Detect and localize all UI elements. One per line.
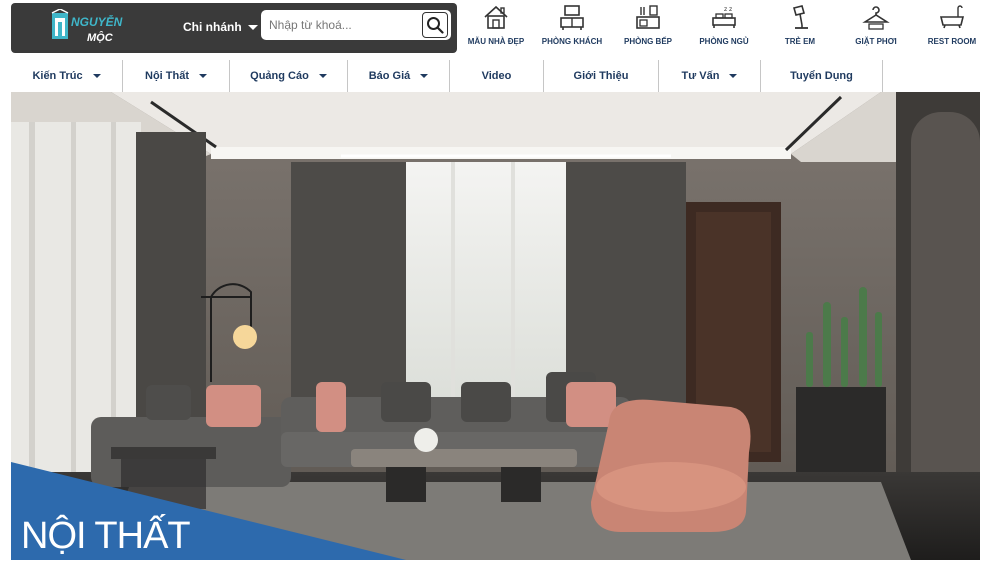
nav-item-tu-van[interactable]: Tư Vấn: [659, 60, 761, 92]
nav-label: Kiến Trúc: [32, 70, 83, 82]
category-label: TRẺ EM: [784, 37, 816, 46]
nav-item-video[interactable]: Video: [450, 60, 544, 92]
nav-item-noi-that[interactable]: Nội Thất: [123, 60, 230, 92]
category-phong-ngu[interactable]: z z PHÒNG NGỦ: [686, 0, 762, 54]
chevron-down-icon: [247, 24, 258, 30]
nav-item-kien-truc[interactable]: Kiến Trúc: [11, 60, 123, 92]
category-label: PHÒNG KHÁCH: [541, 37, 603, 46]
category-phong-bep[interactable]: PHÒNG BẾP: [610, 0, 686, 54]
nav-item-quang-cao[interactable]: Quảng Cáo: [230, 60, 348, 92]
nav-label: Tuyển Dụng: [790, 70, 853, 82]
nav-label: Tư Vấn: [681, 70, 720, 82]
search-icon: [427, 17, 444, 34]
bathtub-icon: [939, 5, 965, 29]
nav-item-bao-gia[interactable]: Báo Giá: [348, 60, 450, 92]
nav-label: Giới Thiệu: [573, 70, 629, 82]
nguyen-moc-logo[interactable]: NGUYỄN MỘC: [51, 8, 133, 47]
search-input[interactable]: [261, 18, 416, 32]
desk-lamp-icon: [793, 5, 808, 29]
bed-icon: z z: [712, 6, 736, 28]
svg-text:z z: z z: [724, 6, 732, 13]
main-nav: Kiến Trúc Nội Thất Quảng Cáo Báo Giá Vid…: [11, 60, 883, 92]
kitchen-icon: [636, 5, 660, 29]
category-giat-phoi[interactable]: GIẶT PHƠI: [838, 0, 914, 54]
category-tre-em[interactable]: TRẺ EM: [762, 0, 838, 54]
nav-label: Video: [481, 70, 512, 82]
category-label: PHÒNG BẾP: [623, 37, 672, 46]
nav-label: Báo Giá: [368, 70, 411, 82]
branch-dropdown[interactable]: Chi nhánh: [183, 20, 258, 34]
category-label: MẪU NHÀ ĐẸP: [467, 37, 525, 46]
category-phong-khach[interactable]: PHÒNG KHÁCH: [534, 0, 610, 54]
hero-banner[interactable]: NỘI THẤT: [11, 92, 980, 560]
category-bar: MẪU NHÀ ĐẸP PHÒNG KHÁCH PHÒNG BẾP z z PH…: [458, 0, 1000, 54]
chevron-down-icon: [420, 74, 429, 78]
search-box: [261, 10, 451, 40]
tv-cabinet-icon: [560, 5, 584, 30]
chevron-down-icon: [92, 74, 101, 78]
search-button[interactable]: [422, 12, 448, 38]
category-rest-room[interactable]: REST ROOM: [914, 0, 990, 54]
nav-label: Nội Thất: [145, 70, 189, 82]
hero-caption: NỘI THẤT: [21, 515, 191, 557]
house-icon: [484, 5, 508, 29]
living-room-photo: [11, 92, 980, 560]
category-label: REST ROOM: [927, 37, 977, 46]
category-label: GIẶT PHƠI: [855, 37, 897, 46]
nav-item-tuyen-dung[interactable]: Tuyển Dụng: [761, 60, 883, 92]
logo-text-top: NGUYỄN: [71, 14, 123, 29]
chevron-down-icon: [318, 74, 327, 78]
chevron-down-icon: [199, 74, 207, 78]
hanger-icon: [862, 6, 890, 30]
header-bar: NGUYỄN MỘC Chi nhánh: [11, 3, 457, 53]
nav-item-gioi-thieu[interactable]: Giới Thiệu: [544, 60, 659, 92]
branch-label: Chi nhánh: [183, 20, 242, 34]
category-label: PHÒNG NGỦ: [699, 37, 749, 46]
category-mau-nha-dep[interactable]: MẪU NHÀ ĐẸP: [458, 0, 534, 54]
logo-text-bottom: MỘC: [87, 31, 114, 44]
nav-label: Quảng Cáo: [250, 70, 309, 82]
chevron-down-icon: [729, 74, 738, 78]
